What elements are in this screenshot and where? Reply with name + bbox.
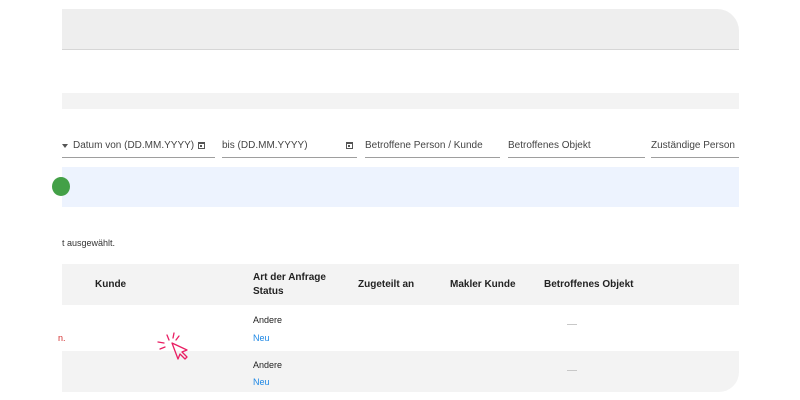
header-status[interactable]: Status <box>253 285 284 298</box>
header-zugeteilt-an[interactable]: Zugeteilt an <box>358 278 414 291</box>
row-status: Neu <box>253 377 270 387</box>
selection-info: t ausgewählt. <box>62 238 116 248</box>
row-status: Neu <box>253 333 270 343</box>
add-button[interactable] <box>52 177 70 196</box>
app-header-bar <box>62 9 739 50</box>
header-makler-kunde[interactable]: Makler Kunde <box>450 278 516 291</box>
object-placeholder: Betroffenes Objekt <box>508 140 591 151</box>
header-art-der-anfrage[interactable]: Art der Anfrage <box>253 271 326 284</box>
person-customer-placeholder: Betroffene Person / Kunde <box>365 140 483 151</box>
calendar-icon[interactable] <box>346 142 353 149</box>
row-object-empty <box>567 370 577 371</box>
filter-bar: Datum von (DD.MM.YYYY) bis (DD.MM.YYYY) … <box>62 134 739 160</box>
calendar-icon[interactable] <box>198 142 206 149</box>
object-input[interactable]: Betroffenes Objekt <box>508 134 645 158</box>
action-bar <box>52 167 739 207</box>
row-object-empty <box>567 324 577 325</box>
header-kunde[interactable]: Kunde <box>95 278 126 291</box>
table-header: Kunde Art der Anfrage Status Zugeteilt a… <box>62 264 739 305</box>
responsible-input[interactable]: Zuständige Person <box>651 134 739 158</box>
row-request-type: Andere <box>253 315 283 325</box>
date-from-placeholder: Datum von (DD.MM.YYYY) <box>73 140 195 151</box>
header-betroffenes-objekt[interactable]: Betroffenes Objekt <box>544 278 633 291</box>
responsible-placeholder: Zuständige Person <box>651 140 735 151</box>
click-cursor-icon <box>157 332 188 360</box>
row-message-fragment: n. <box>58 333 66 343</box>
requests-table: Kunde Art der Anfrage Status Zugeteilt a… <box>58 264 739 392</box>
person-customer-input[interactable]: Betroffene Person / Kunde <box>365 134 500 158</box>
date-to-placeholder: bis (DD.MM.YYYY) <box>222 140 308 151</box>
toolbar-strip <box>62 93 739 109</box>
row-request-type: Andere <box>253 360 283 370</box>
date-to-field[interactable]: bis (DD.MM.YYYY) <box>222 134 357 158</box>
chevron-down-icon[interactable] <box>62 143 68 148</box>
date-from-field[interactable]: Datum von (DD.MM.YYYY) <box>62 134 215 158</box>
